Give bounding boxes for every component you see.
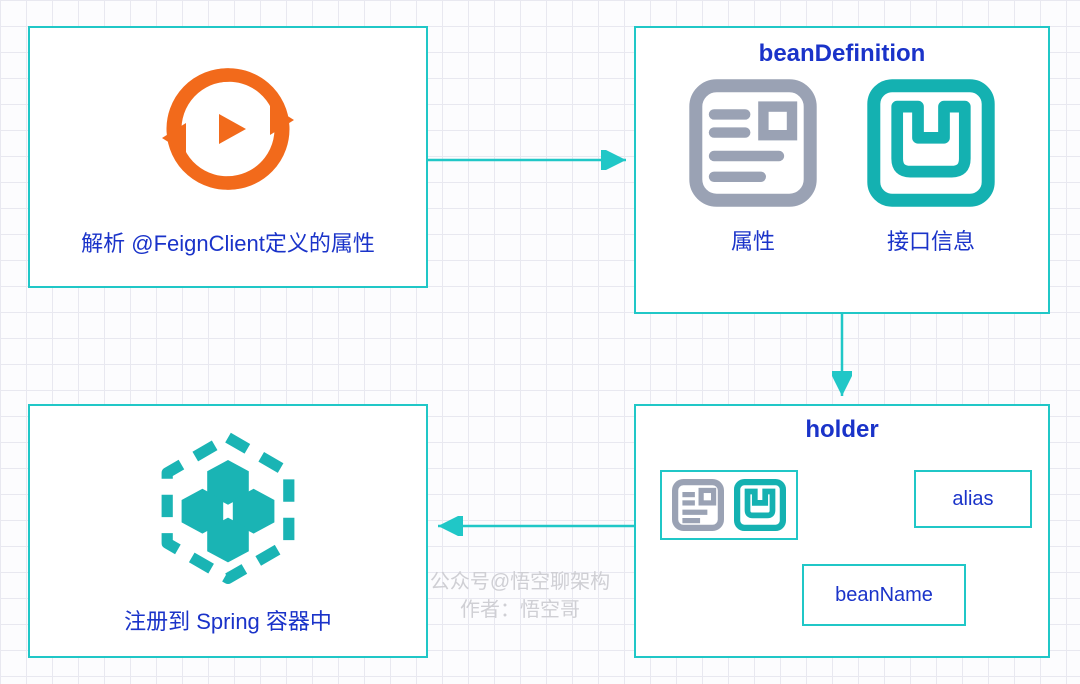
attr-column: 属性: [688, 78, 818, 256]
holder-bean-def-mini: [660, 470, 798, 540]
arrow-box2-to-box4: [832, 314, 852, 408]
watermark-line1: 公众号@悟空聊架构: [400, 568, 640, 596]
document-icon: [688, 78, 818, 208]
attr-label: 属性: [731, 224, 775, 256]
arrow-box4-to-box3: [426, 516, 638, 536]
box2-icon-row: 属性 接口信息: [688, 78, 996, 256]
watermark: 公众号@悟空聊架构 作者：悟空哥: [400, 568, 640, 624]
parse-feignclient-box: 解析 @FeignClient定义的属性: [28, 26, 428, 288]
bean-definition-box: beanDefinition 属性 接口信息: [634, 26, 1050, 314]
document-icon-small: [672, 479, 724, 531]
interface-icon-small: [734, 479, 786, 531]
box3-caption: 注册到 Spring 容器中: [124, 604, 332, 636]
beanname-box: beanName: [802, 564, 966, 626]
iface-label: 接口信息: [887, 224, 975, 256]
box1-caption: 解析 @FeignClient定义的属性: [81, 226, 375, 258]
box2-title: beanDefinition: [759, 40, 926, 68]
refresh-play-icon: [153, 54, 303, 204]
interface-icon: [866, 78, 996, 208]
register-spring-box: 注册到 Spring 容器中: [28, 404, 428, 658]
cube-cluster-icon: [148, 428, 308, 588]
alias-box: alias: [914, 470, 1032, 528]
box4-title: holder: [805, 416, 878, 444]
holder-box: holder alias beanName: [634, 404, 1050, 658]
alias-label: alias: [952, 488, 993, 511]
beanname-label: beanName: [835, 584, 933, 607]
iface-column: 接口信息: [866, 78, 996, 256]
watermark-line2: 作者：悟空哥: [400, 596, 640, 624]
arrow-box1-to-box2: [428, 150, 638, 170]
